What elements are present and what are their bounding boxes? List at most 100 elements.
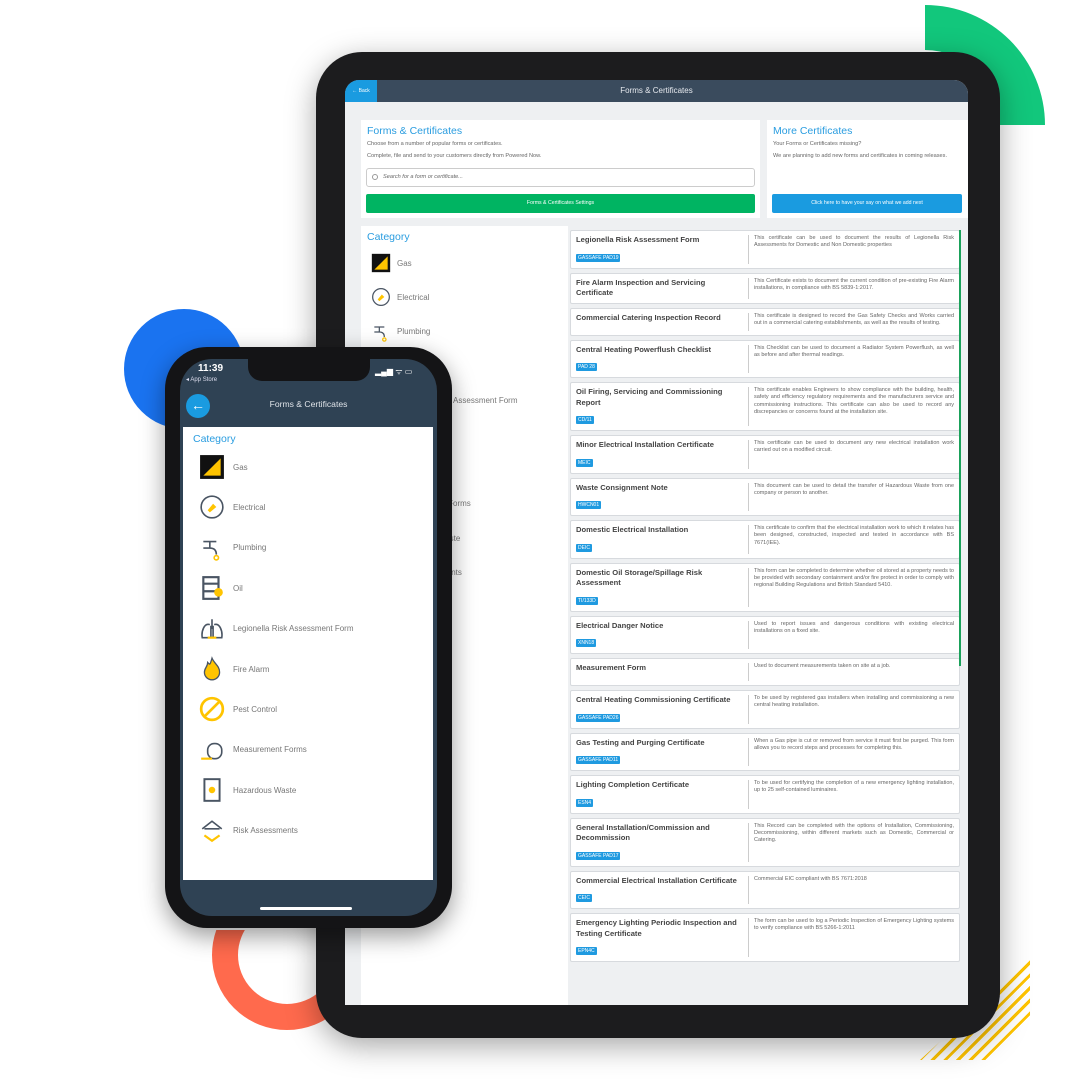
form-title: Domestic Oil Storage/Spillage Risk Asses… bbox=[576, 567, 703, 588]
form-tag: DEIC bbox=[576, 543, 592, 552]
form-description: This Checklist can be used to document a… bbox=[748, 344, 954, 373]
settings-button[interactable]: Forms & Certificates Settings bbox=[366, 194, 755, 213]
category-item[interactable]: Oil bbox=[199, 574, 243, 602]
category-item[interactable]: Gas bbox=[199, 453, 248, 481]
intro-panel: Forms & Certificates Choose from a numbe… bbox=[361, 120, 760, 218]
form-description: To be used by registered gas installers … bbox=[748, 695, 954, 724]
gas-safe-icon bbox=[371, 253, 391, 273]
category-label: Oil bbox=[233, 583, 243, 593]
category-item[interactable]: Pest Control bbox=[199, 695, 277, 723]
phone-title: Forms & Certificates bbox=[269, 399, 348, 409]
form-title: Commercial Electrical Installation Certi… bbox=[576, 875, 737, 885]
phone-screen: 11:39 ◂ App Store ▂▄▆ ᯤ ▭ ← Forms & Cert… bbox=[180, 359, 437, 916]
more-title: More Certificates bbox=[773, 125, 853, 137]
category-label: Electrical bbox=[233, 502, 266, 512]
more-certificates-panel: More Certificates Your Forms or Certific… bbox=[767, 120, 968, 218]
plug-icon bbox=[200, 495, 224, 520]
form-title: Measurement Form bbox=[576, 663, 647, 672]
form-description: Used to report issues and dangerous cond… bbox=[748, 620, 954, 649]
tablet-header: Forms & Certificates bbox=[345, 80, 968, 102]
category-label: Plumbing bbox=[233, 543, 267, 553]
form-card[interactable]: Electrical Danger Notice XNN18 Used to r… bbox=[570, 615, 960, 654]
form-description: To be used for certifying the completion… bbox=[748, 780, 954, 809]
form-description: This Certificate exists to document the … bbox=[748, 277, 954, 299]
form-title: General Installation/Commission and Deco… bbox=[576, 822, 710, 843]
form-title: Waste Consignment Note bbox=[576, 482, 668, 492]
category-item[interactable]: Risk Assessments bbox=[199, 817, 298, 845]
form-card[interactable]: Legionella Risk Assessment Form GASSAFE … bbox=[570, 230, 960, 269]
form-tag: CEIC bbox=[576, 894, 592, 902]
category-item[interactable]: Electrical bbox=[371, 285, 429, 309]
form-title: Commercial Catering Inspection Record bbox=[576, 312, 721, 322]
form-tag: CD/11 bbox=[576, 416, 594, 424]
form-description: This document can be used to detail the … bbox=[748, 482, 954, 511]
back-button[interactable]: ← Back bbox=[345, 80, 377, 102]
form-card[interactable]: Domestic Electrical Installation DEIC Th… bbox=[570, 520, 960, 559]
form-title: Gas Testing and Purging Certificate bbox=[576, 737, 705, 747]
back-to-app-store[interactable]: ◂ App Store bbox=[186, 376, 217, 383]
category-title: Category bbox=[367, 231, 410, 243]
form-title: Central Heating Commissioning Certificat… bbox=[576, 695, 731, 704]
lungs-icon bbox=[201, 618, 223, 639]
form-tag: XNN18 bbox=[576, 639, 597, 647]
house-icon bbox=[201, 819, 223, 842]
category-label: Hazardous Waste bbox=[233, 785, 297, 795]
intro-text: Choose from a number of popular forms or… bbox=[367, 141, 503, 147]
form-card[interactable]: Emergency Lighting Periodic Inspection a… bbox=[570, 913, 960, 962]
form-tag: GASSAFE PAD11 bbox=[576, 756, 621, 764]
form-card[interactable]: Gas Testing and Purging Certificate GASS… bbox=[570, 732, 960, 771]
category-label: Plumbing bbox=[397, 327, 431, 337]
flame-icon bbox=[203, 656, 221, 681]
form-title: Lighting Completion Certificate bbox=[576, 780, 690, 789]
intro-title: Forms & Certificates bbox=[367, 125, 463, 137]
more-text: We are planning to add new forms and cer… bbox=[773, 152, 948, 159]
form-description: Commercial EIC compliant with BS 7671:20… bbox=[748, 875, 954, 904]
form-card[interactable]: Commercial Electrical Installation Certi… bbox=[570, 870, 960, 909]
form-card[interactable]: Waste Consignment Note HWCN01 This docum… bbox=[570, 477, 960, 516]
home-indicator[interactable] bbox=[260, 907, 352, 910]
form-tag: PAD 28 bbox=[576, 363, 597, 371]
form-tag: GASSAFE PAD26 bbox=[576, 713, 621, 722]
search-icon bbox=[372, 174, 378, 180]
category-item[interactable]: Hazardous Waste bbox=[199, 776, 296, 804]
form-card[interactable]: Commercial Catering Inspection Record Th… bbox=[570, 307, 960, 336]
form-card[interactable]: Lighting Completion Certificate ESN4 To … bbox=[570, 775, 960, 814]
form-card[interactable]: Central Heating Powerflush Checklist PAD… bbox=[570, 339, 960, 378]
category-item[interactable]: Gas bbox=[371, 251, 412, 275]
search-input[interactable]: Search for a form or certificate... bbox=[366, 168, 755, 187]
scrollbar[interactable] bbox=[959, 230, 961, 666]
form-tag: GASSAFE PAD17 bbox=[576, 851, 621, 860]
more-text: Your Forms or Certificates missing? bbox=[773, 141, 862, 147]
form-tag: TI/133D bbox=[576, 596, 598, 605]
form-title: Minor Electrical Installation Certificat… bbox=[576, 440, 714, 449]
form-card[interactable]: Minor Electrical Installation Certificat… bbox=[570, 435, 960, 474]
form-card[interactable]: Domestic Oil Storage/Spillage Risk Asses… bbox=[570, 562, 960, 612]
form-description: This Record can be completed with the op… bbox=[748, 822, 954, 862]
form-card[interactable]: Measurement Form Used to document measur… bbox=[570, 658, 960, 686]
form-title: Emergency Lighting Periodic Inspection a… bbox=[576, 918, 737, 938]
notch bbox=[248, 359, 370, 381]
category-label: Gas bbox=[397, 258, 412, 268]
category-item[interactable]: Plumbing bbox=[199, 534, 266, 562]
category-title: Category bbox=[193, 433, 236, 445]
status-icons: ▂▄▆ ᯤ ▭ bbox=[375, 367, 413, 376]
form-card[interactable]: Oil Firing, Servicing and Commissioning … bbox=[570, 382, 960, 431]
form-description: This certificate is designed to record t… bbox=[748, 312, 954, 331]
form-description: This certificate to confirm that the ele… bbox=[748, 525, 954, 554]
form-tag: EPN4C bbox=[576, 947, 597, 955]
category-item[interactable]: Plumbing bbox=[371, 320, 430, 344]
form-title: Central Heating Powerflush Checklist bbox=[576, 344, 712, 354]
category-item[interactable]: Electrical bbox=[199, 493, 265, 521]
form-card[interactable]: General Installation/Commission and Deco… bbox=[570, 817, 960, 867]
form-tag: MEIC bbox=[576, 458, 593, 467]
form-card[interactable]: Central Heating Commissioning Certificat… bbox=[570, 690, 960, 729]
intro-text: Complete, file and send to your customer… bbox=[367, 152, 542, 159]
category-item[interactable]: Legionella Risk Assessment Form bbox=[199, 615, 354, 643]
suggest-button[interactable]: Click here to have your say on what we a… bbox=[772, 194, 962, 213]
plug-icon bbox=[372, 288, 390, 307]
category-label: Legionella Risk Assessment Form bbox=[233, 624, 354, 634]
form-description: This certificate can be used to document… bbox=[748, 440, 954, 469]
category-item[interactable]: Measurement Forms bbox=[199, 736, 307, 764]
category-item[interactable]: Fire Alarm bbox=[199, 655, 269, 683]
form-card[interactable]: Fire Alarm Inspection and Servicing Cert… bbox=[570, 272, 960, 304]
